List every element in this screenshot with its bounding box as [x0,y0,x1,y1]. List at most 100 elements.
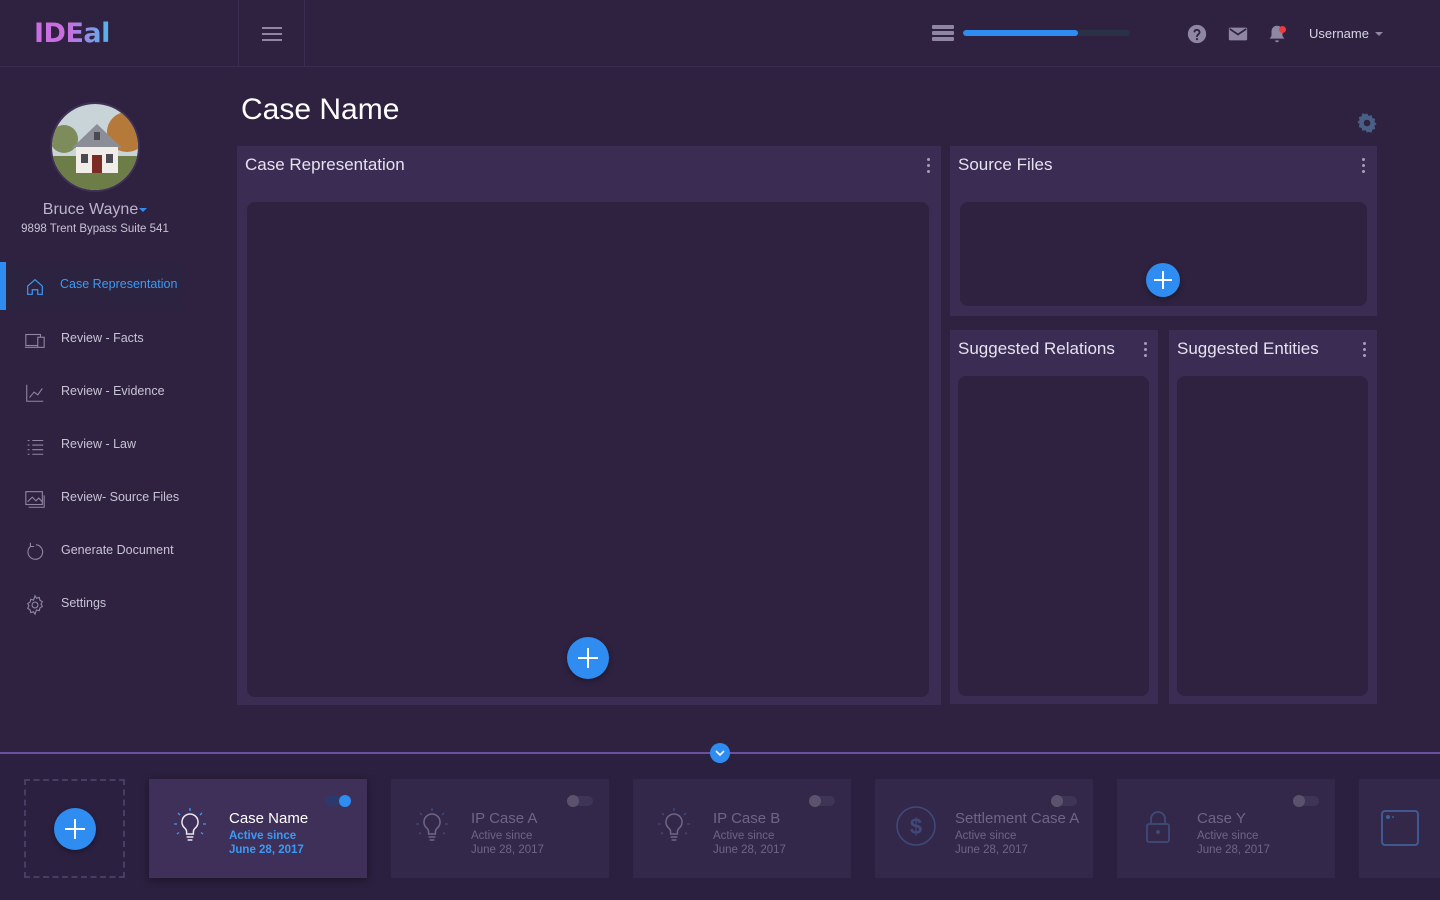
line-chart-icon [26,384,44,402]
case-active-label: Active since [1197,830,1259,842]
notification-dot [1279,26,1286,33]
case-date: June 28, 2017 [229,844,304,856]
case-meta: Active since June 28, 2017 [1197,829,1270,857]
panel-title: Source Files [958,155,1053,174]
chevron-down-icon [715,750,725,757]
chevron-down-icon[interactable] [1375,32,1383,36]
case-card[interactable]: Case Name Active since June 28, 2017 [149,779,367,878]
source-files-panel: Source Files [950,146,1377,316]
case-enable-toggle[interactable] [809,795,835,807]
username-dropdown[interactable]: Username [1309,26,1369,41]
case-card[interactable]: IP Case A Active since June 28, 2017 [391,779,609,878]
sidebar-item-case-representation[interactable]: Case Representation [0,262,182,310]
case-meta: Active since June 28, 2017 [955,829,1028,857]
suggested-entities-list[interactable] [1177,376,1368,696]
task-list-icon[interactable] [932,25,954,43]
sidebar-item-review-law[interactable]: Review - Law [0,421,182,469]
case-enable-toggle[interactable] [1051,795,1077,807]
case-enable-toggle[interactable] [1293,795,1319,807]
avatar[interactable] [50,102,140,192]
house-photo-image [52,104,138,190]
sidebar-item-label: Case Representation [60,277,178,291]
top-bar: IDEal Username [0,0,1440,67]
sidebar-item-review-facts[interactable]: Review - Facts [0,315,182,363]
logo-area: IDEal [0,0,239,67]
more-vertical-icon[interactable] [1362,158,1366,174]
case-date: June 28, 2017 [471,844,544,856]
sidebar-item-generate-document[interactable]: Generate Document [0,527,182,575]
case-title: Settlement Case A [955,810,1080,827]
case-representation-canvas[interactable] [247,202,929,697]
more-vertical-icon[interactable] [1144,342,1148,358]
sidebar-item-review-source-files[interactable]: Review- Source Files [0,474,182,522]
profile-name-text: Bruce Wayne [42,201,139,218]
case-card[interactable]: Case Y Active since June 28, 2017 [1117,779,1335,878]
toggle-knob [1293,795,1305,807]
gallery-icon [25,491,45,508]
page-settings-gear-icon[interactable] [1356,112,1378,134]
case-active-label: Active since [471,830,533,842]
add-source-file-button[interactable] [1146,263,1180,297]
add-case-card[interactable] [24,779,125,878]
profile-name[interactable]: Bruce Wayne [0,201,190,219]
add-case-button[interactable] [54,808,96,850]
profile-caret-icon[interactable] [139,207,148,212]
sidebar-item-label: Settings [61,596,107,610]
collapse-tray-button[interactable] [710,743,730,763]
case-date: June 28, 2017 [1197,844,1270,856]
case-title: Case Y [1197,810,1246,827]
profile-address: 9898 Trent Bypass Suite 541 [21,223,169,235]
case-active-label: Active since [229,830,297,842]
sidebar-item-label: Generate Document [61,543,174,557]
panel-title: Suggested Entities [1177,339,1319,358]
more-vertical-icon[interactable] [927,158,931,174]
toggle-knob [567,795,579,807]
case-card[interactable]: $ Settlement Case A Active since June 28,… [875,779,1093,878]
toggle-knob [1051,795,1063,807]
sidebar-item-review-evidence[interactable]: Review - Evidence [0,368,182,416]
help-icon[interactable] [1186,23,1208,45]
case-card[interactable]: IP Case B Active since June 28, 2017 [633,779,851,878]
dollar-icon: $ [896,806,936,846]
lightbulb-icon [416,808,448,841]
sidebar-item-settings[interactable]: Settings [0,580,182,628]
sidebar-item-label: Review - Law [61,437,137,451]
mail-icon[interactable] [1227,23,1249,45]
suggested-relations-list[interactable] [958,376,1149,696]
lightbulb-icon [174,808,206,841]
case-title: Case Name [229,810,309,827]
toggle-knob [339,795,351,807]
hamburger-menu-icon[interactable] [262,27,282,41]
case-date: June 28, 2017 [713,844,786,856]
case-title: IP Case A [471,810,538,827]
case-representation-panel: Case Representation [237,146,941,705]
case-enable-toggle[interactable] [567,795,593,807]
more-vertical-icon[interactable] [1363,342,1367,358]
case-meta: Active since June 28, 2017 [229,829,304,857]
sidebar-item-label: Review - Evidence [61,384,165,398]
devices-icon [24,333,45,348]
add-case-element-button[interactable] [567,637,609,679]
panel-title: Suggested Relations [958,339,1115,358]
case-date: June 28, 2017 [955,844,1028,856]
case-meta: Active since June 28, 2017 [471,829,544,857]
case-enable-toggle[interactable] [325,795,351,807]
suggested-relations-panel: Suggested Relations [950,330,1158,704]
home-icon [27,278,43,295]
menu-toggle-area [239,0,305,67]
lightbulb-icon [658,808,690,841]
active-indicator [0,262,6,310]
case-active-label: Active since [955,830,1017,842]
svg-text:$: $ [910,814,922,839]
window-icon [1381,810,1419,846]
sidebar-item-label: Review - Facts [61,331,144,345]
progress-bar-fill [963,30,1079,36]
app-logo[interactable]: IDEal [34,18,110,49]
case-title: IP Case B [713,810,781,827]
case-card-partial[interactable] [1359,779,1440,878]
suggested-entities-panel: Suggested Entities [1169,330,1377,704]
toggle-knob [809,795,821,807]
progress-bar [963,30,1130,36]
gear-icon [26,594,44,616]
refresh-icon [27,542,44,560]
